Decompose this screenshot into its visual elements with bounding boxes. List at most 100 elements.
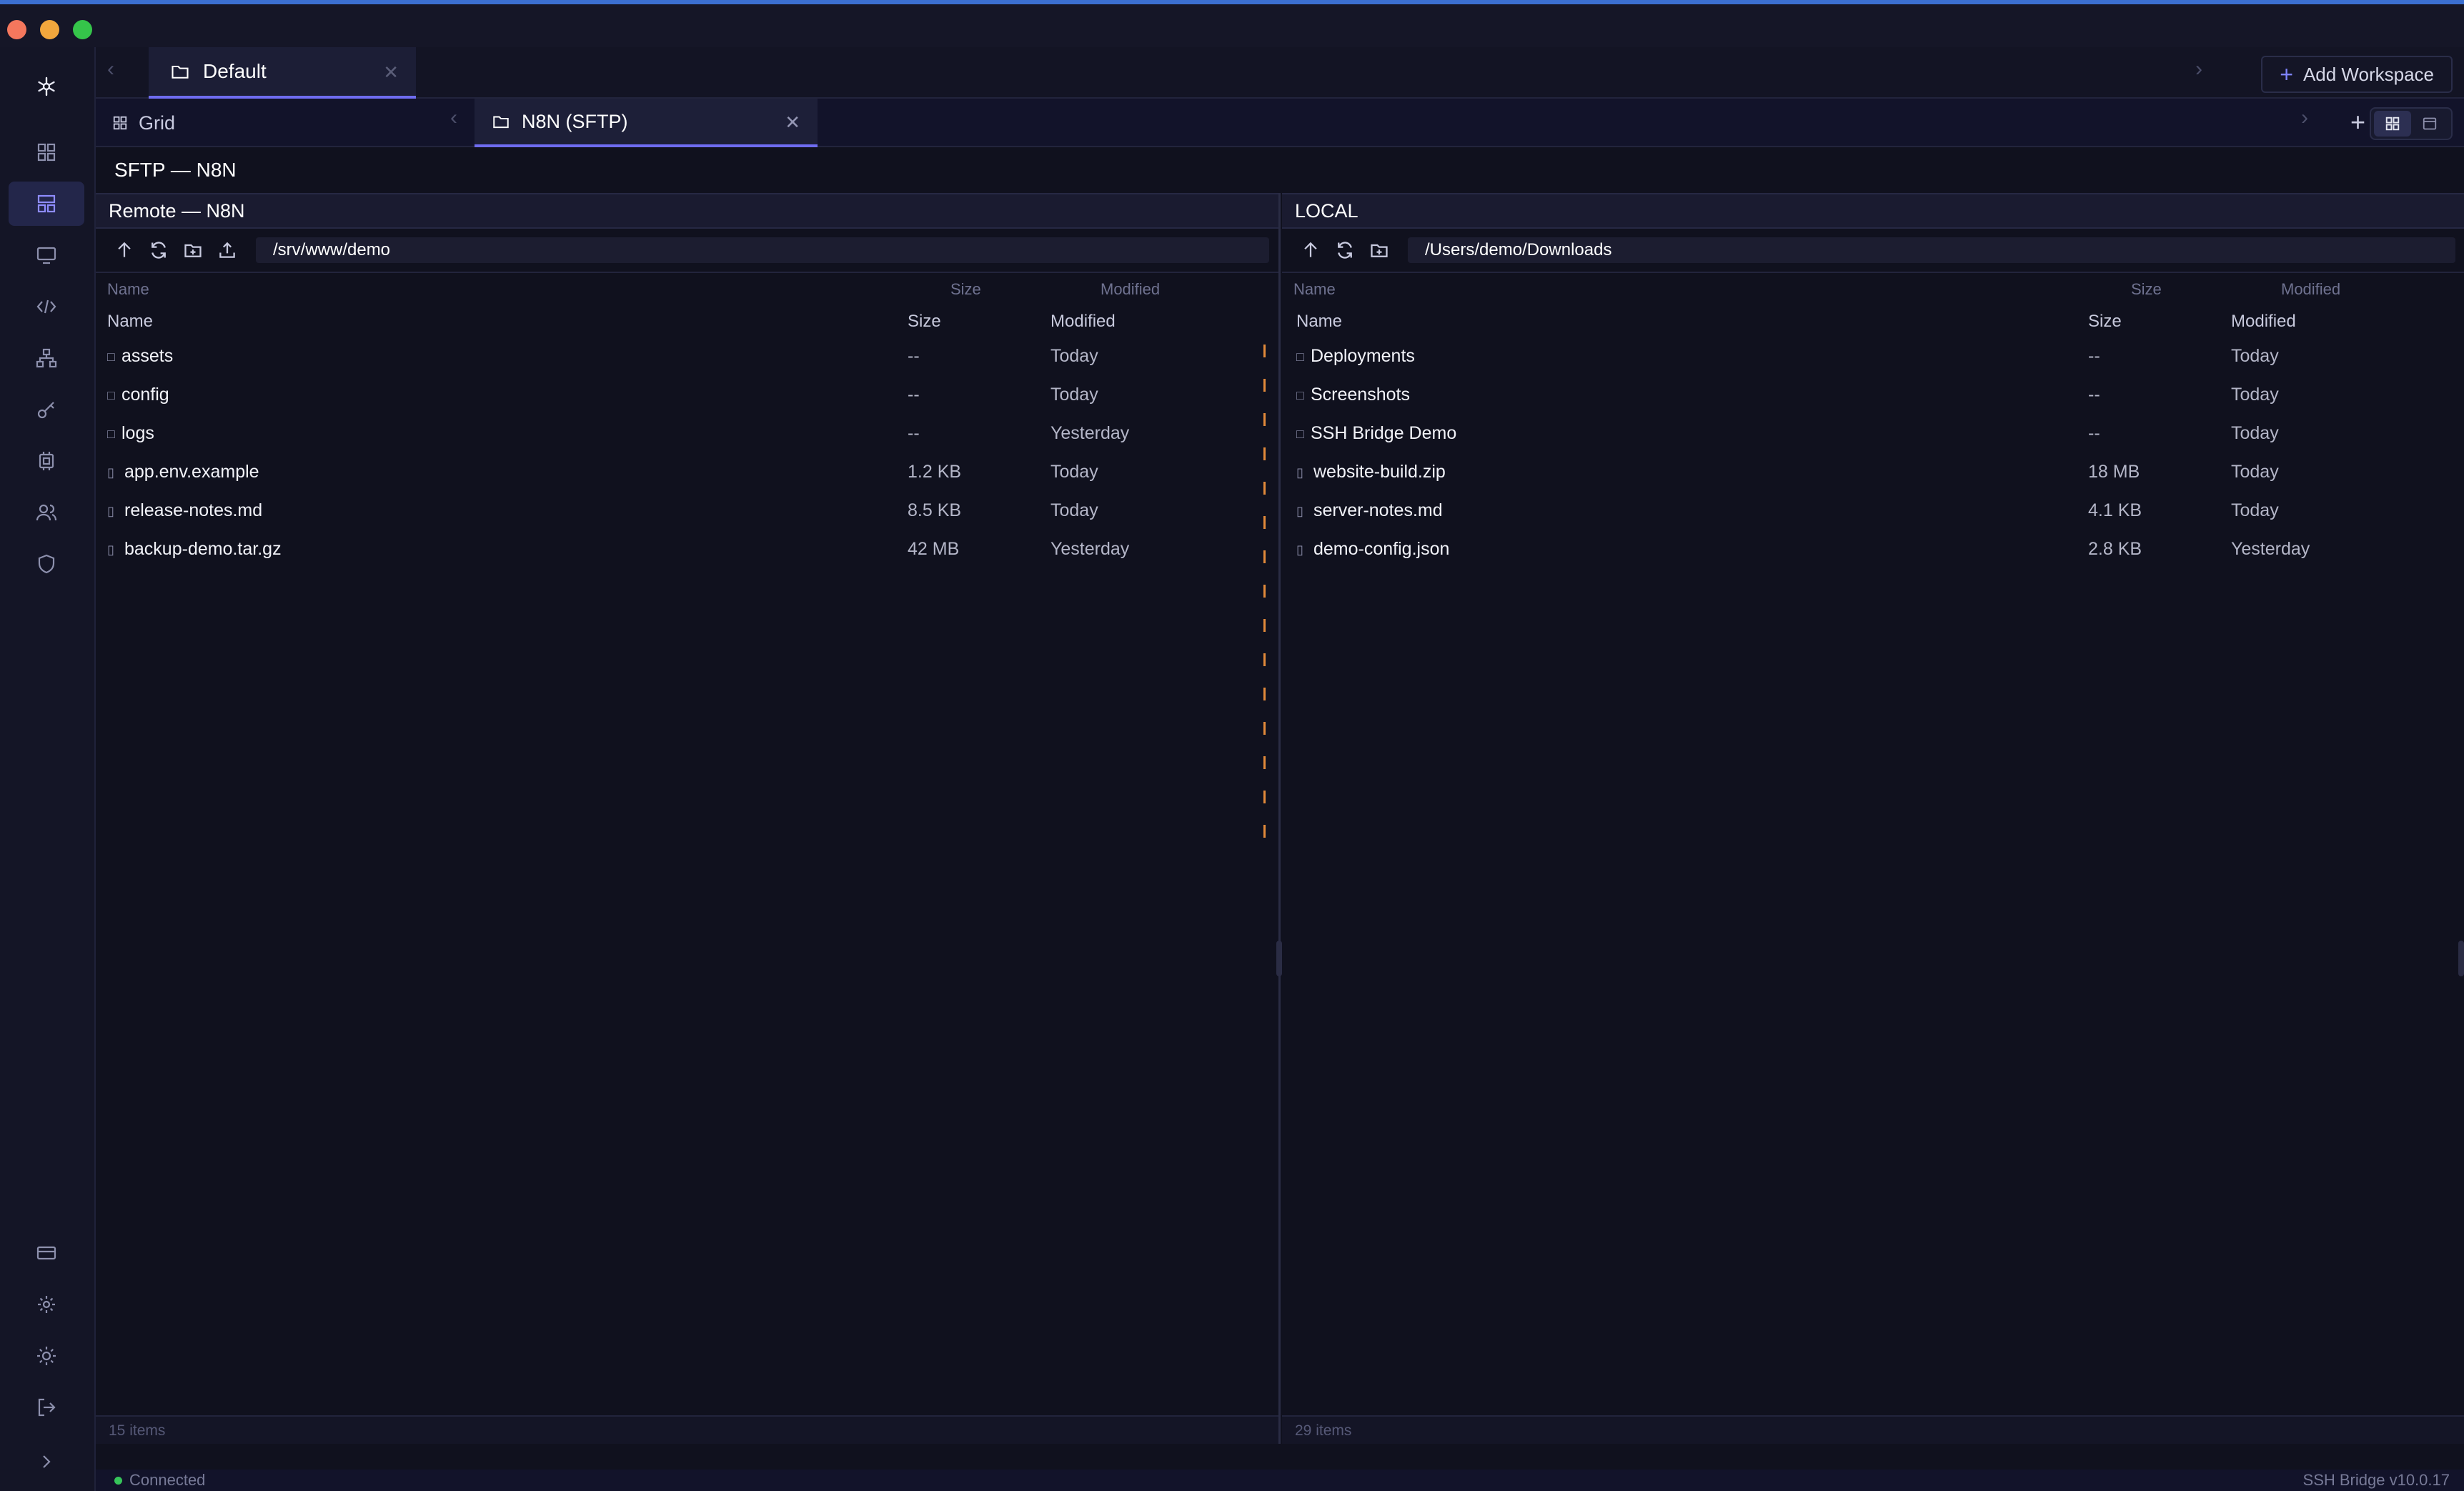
column-size[interactable]: Size	[950, 280, 981, 299]
shield-icon[interactable]	[9, 542, 84, 586]
column-size[interactable]: Size	[2131, 280, 2162, 299]
processor-icon[interactable]	[9, 439, 84, 483]
scroll-right-icon[interactable]: ›	[2301, 106, 2308, 130]
table-row[interactable]: ▯ server-notes.md 4.1 KB Today	[1282, 490, 2464, 529]
file-name: release-notes.md	[124, 500, 263, 520]
selection-marker	[1263, 756, 1266, 769]
billing-card-icon[interactable]	[9, 1231, 84, 1275]
new-folder-button[interactable]	[176, 233, 210, 267]
users-icon[interactable]	[9, 490, 84, 535]
scroll-right-icon[interactable]: ›	[2195, 57, 2202, 81]
logout-icon[interactable]	[9, 1385, 84, 1430]
local-pane-title: LOCAL	[1282, 193, 2464, 229]
file-size: 4.1 KB	[2088, 500, 2142, 520]
column-name[interactable]: Name	[1293, 280, 1336, 299]
minimize-window-button[interactable]	[40, 20, 59, 39]
terminal-monitor-icon[interactable]	[9, 233, 84, 277]
refresh-button[interactable]	[1328, 233, 1362, 267]
arrow-up-icon	[1304, 242, 1317, 257]
maximize-window-button[interactable]	[73, 20, 92, 39]
tab-sftp-session[interactable]: N8N (SFTP) ✕	[475, 99, 818, 147]
file-name: config	[121, 385, 169, 405]
table-row[interactable]: ▯ website-build.zip 18 MB Today	[1282, 452, 2464, 490]
table-row[interactable]: □ Screenshots -- Today	[1282, 375, 2464, 413]
folder-icon	[172, 65, 189, 79]
column-modified[interactable]: Modified	[1050, 312, 1116, 332]
scrollbar-handle[interactable]	[2458, 941, 2464, 976]
upload-icon	[219, 242, 235, 258]
workspaces-icon[interactable]	[9, 182, 84, 226]
file-size: --	[908, 423, 920, 443]
table-row[interactable]: □ SSH Bridge Demo -- Today	[1282, 413, 2464, 452]
gear-icon[interactable]	[9, 1282, 84, 1327]
file-name: assets	[121, 346, 174, 366]
file-size: --	[2088, 385, 2100, 405]
parent-directory-button[interactable]	[1293, 233, 1328, 267]
network-icon[interactable]	[9, 336, 84, 380]
table-row[interactable]: □ logs -- Yesterday	[96, 413, 1278, 452]
tab-grid-label: Grid	[139, 112, 176, 134]
close-icon[interactable]: ✕	[383, 61, 399, 84]
tab-grid[interactable]: Grid	[111, 99, 175, 147]
view-mode-toggle[interactable]	[2370, 107, 2453, 140]
workspace-tab-label: Default	[203, 60, 267, 82]
column-name[interactable]: Name	[107, 312, 153, 332]
workspace-tab-default[interactable]: Default ✕	[149, 47, 416, 99]
file-name: Deployments	[1311, 346, 1415, 366]
status-bar: Connected SSH Bridge v10.0.17	[96, 1470, 2464, 1491]
table-row[interactable]: □ Deployments -- Today	[1282, 336, 2464, 375]
code-snippets-icon[interactable]	[9, 284, 84, 329]
refresh-icon	[1338, 242, 1352, 259]
table-row[interactable]: ▯ release-notes.md 8.5 KB Today	[96, 490, 1278, 529]
folder-plus-icon	[1371, 244, 1388, 257]
window-icon	[2423, 117, 2437, 130]
table-row[interactable]: □ assets -- Today	[96, 336, 1278, 375]
column-name[interactable]: Name	[107, 280, 149, 299]
file-modified: Today	[2231, 346, 2279, 366]
file-modified: Yesterday	[1050, 539, 1130, 559]
parent-directory-button[interactable]	[107, 233, 141, 267]
folder-icon	[493, 116, 509, 129]
refresh-button[interactable]	[141, 233, 176, 267]
local-toolbar: /Users/demo/Downloads	[1282, 229, 2464, 273]
local-file-list: □ Deployments -- Today □ Screenshots -- Today □ S…	[1282, 336, 2464, 1444]
close-icon[interactable]: ✕	[785, 112, 800, 134]
new-folder-button[interactable]	[1362, 233, 1396, 267]
folder-icon: □	[1296, 350, 1304, 364]
new-tab-button[interactable]: +	[2350, 107, 2365, 137]
app-logo-icon[interactable]	[9, 64, 84, 109]
column-size[interactable]: Size	[908, 312, 941, 332]
grid-view-button[interactable]	[2374, 111, 2411, 137]
scroll-left-icon[interactable]: ‹	[107, 57, 114, 81]
remote-path-input[interactable]: /srv/www/demo	[256, 237, 1269, 263]
pane-resize-handle[interactable]	[1276, 941, 1282, 976]
table-row[interactable]: □ config -- Today	[96, 375, 1278, 413]
remote-item-count: 15 items	[96, 1415, 1278, 1444]
column-modified[interactable]: Modified	[2281, 280, 2340, 299]
tab-view-button[interactable]	[2411, 111, 2448, 137]
selection-marker	[1263, 619, 1266, 632]
column-modified[interactable]: Modified	[1101, 280, 1160, 299]
column-name[interactable]: Name	[1296, 312, 1342, 332]
selection-marker	[1263, 825, 1266, 838]
dashboard-icon[interactable]	[9, 130, 84, 174]
column-size[interactable]: Size	[2088, 312, 2122, 332]
file-icon: ▯	[107, 465, 114, 480]
tab-sftp-label: N8N (SFTP)	[522, 110, 628, 132]
expand-sidebar-icon[interactable]	[9, 1440, 84, 1484]
upload-button[interactable]	[210, 233, 244, 267]
remote-toolbar: /srv/www/demo	[96, 229, 1278, 273]
keys-icon[interactable]	[9, 387, 84, 432]
table-row[interactable]: ▯ backup-demo.tar.gz 42 MB Yesterday	[96, 529, 1278, 568]
table-row[interactable]: ▯ app.env.example 1.2 KB Today	[96, 452, 1278, 490]
file-size: --	[908, 385, 920, 405]
file-name: backup-demo.tar.gz	[124, 539, 282, 559]
scroll-left-icon[interactable]: ‹	[450, 106, 457, 130]
local-path-input[interactable]: /Users/demo/Downloads	[1408, 237, 2455, 263]
theme-sun-icon[interactable]	[9, 1334, 84, 1378]
table-row[interactable]: ▯ demo-config.json 2.8 KB Yesterday	[1282, 529, 2464, 568]
add-workspace-button[interactable]: + Add Workspace	[2261, 56, 2453, 93]
file-name: demo-config.json	[1313, 539, 1450, 559]
column-modified[interactable]: Modified	[2231, 312, 2296, 332]
close-window-button[interactable]	[7, 20, 26, 39]
